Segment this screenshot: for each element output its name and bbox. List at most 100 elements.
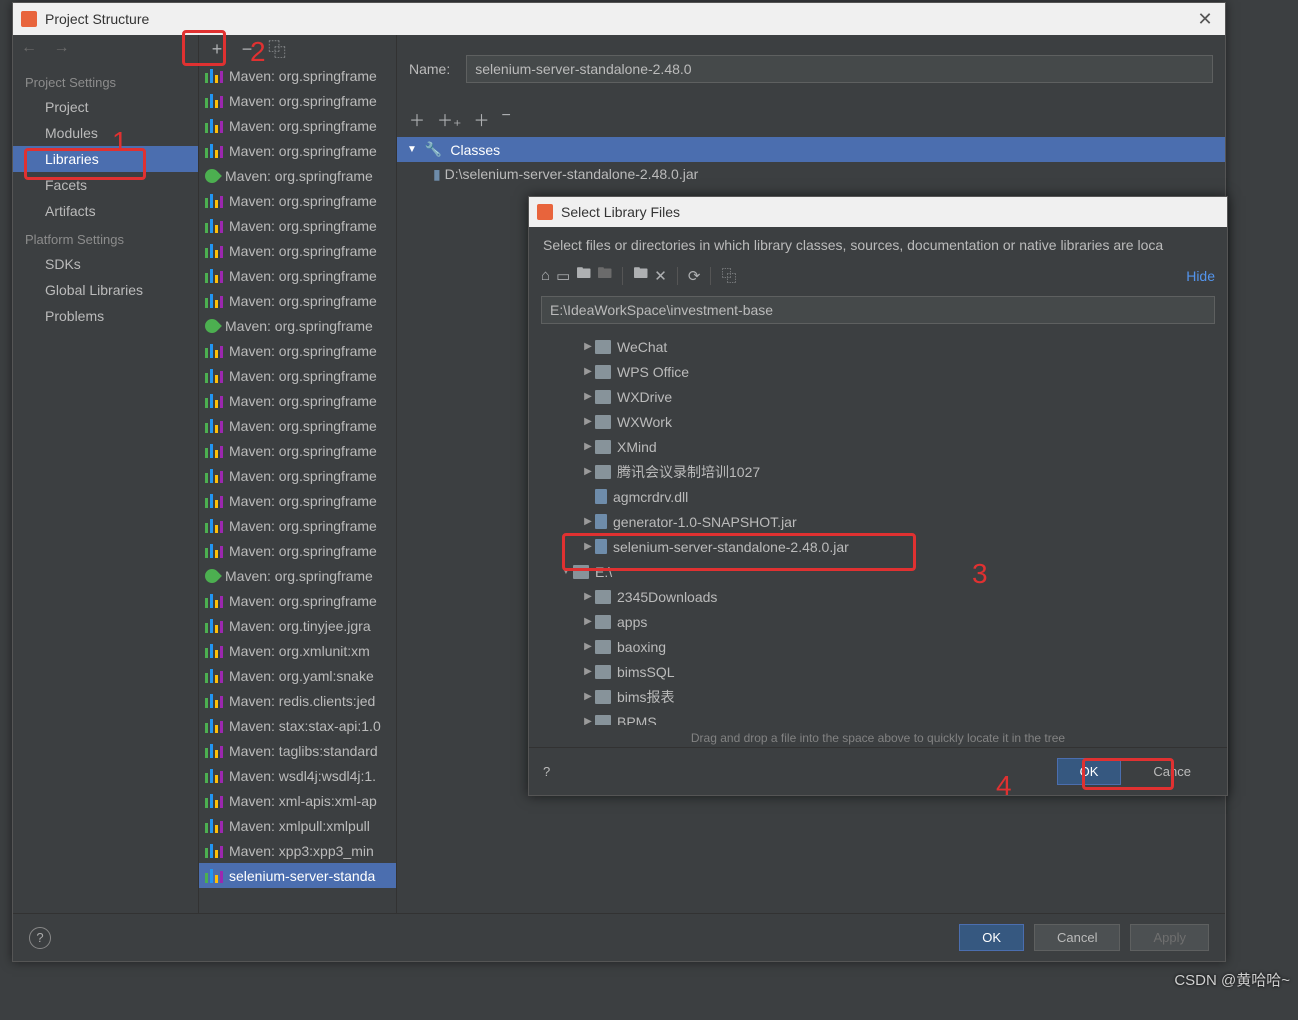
nav-item-problems[interactable]: Problems [13,303,198,329]
tree-folder[interactable]: ▶apps [541,609,1227,634]
refresh-icon[interactable]: ⟳ [688,267,701,285]
tree-file[interactable]: agmcrdrv.dll [541,484,1227,509]
tree-folder[interactable]: ▶WXDrive [541,384,1227,409]
library-item[interactable]: Maven: org.springframe [199,363,396,388]
expand-icon[interactable]: ▶ [581,341,595,352]
apply-button[interactable]: Apply [1130,924,1209,951]
library-item[interactable]: Maven: org.xmlunit:xm [199,638,396,663]
library-item[interactable]: Maven: org.springframe [199,488,396,513]
library-item[interactable]: Maven: stax:stax-api:1.0 [199,713,396,738]
file-tree[interactable]: ▶WeChat▶WPS Office▶WXDrive▶WXWork▶XMind▶… [529,330,1227,725]
library-item[interactable]: Maven: org.springframe [199,213,396,238]
library-item[interactable]: Maven: org.springframe [199,138,396,163]
tree-folder[interactable]: ▼E:\ [541,559,1227,584]
tree-folder[interactable]: ▶WeChat [541,334,1227,359]
add-library-button[interactable]: + [207,39,227,60]
tree-file[interactable]: ▶selenium-server-standalone-2.48.0.jar [541,534,1227,559]
library-item[interactable]: Maven: org.springframe [199,63,396,88]
nav-item-global-libraries[interactable]: Global Libraries [13,277,198,303]
expand-icon[interactable]: ▶ [581,541,595,552]
library-item[interactable]: Maven: org.springframe [199,513,396,538]
library-item[interactable]: Maven: org.tinyjee.jgra [199,613,396,638]
expand-icon[interactable]: ▶ [581,441,595,452]
tree-folder[interactable]: ▶bimsSQL [541,659,1227,684]
library-item[interactable]: Maven: org.springframe [199,463,396,488]
help-icon[interactable]: ? [543,764,550,779]
ok-button[interactable]: OK [959,924,1024,951]
library-item[interactable]: Maven: org.springframe [199,338,396,363]
new-folder-icon[interactable]: 🖿 [633,263,648,288]
nav-item-artifacts[interactable]: Artifacts [13,198,198,224]
help-icon[interactable]: ? [29,927,51,949]
nav-item-libraries[interactable]: Libraries [13,146,198,172]
expand-icon[interactable]: ▶ [581,391,595,402]
library-item[interactable]: Maven: org.springframe [199,563,396,588]
forward-arrow-icon[interactable]: → [53,39,69,56]
library-item[interactable]: Maven: xpp3:xpp3_min [199,838,396,863]
expand-icon[interactable]: ▶ [581,516,595,527]
file-cancel-button[interactable]: Cance [1131,759,1213,784]
library-item[interactable]: Maven: redis.clients:jed [199,688,396,713]
library-item[interactable]: Maven: xmlpull:xmlpull [199,813,396,838]
library-item[interactable]: Maven: wsdl4j:wsdl4j:1. [199,763,396,788]
add-sources-icon[interactable]: ＋₊ [437,107,461,131]
expand-icon[interactable]: ▼ [559,566,573,577]
library-item[interactable]: Maven: taglibs:standard [199,738,396,763]
library-item[interactable]: Maven: org.springframe [199,238,396,263]
library-item[interactable]: Maven: org.springframe [199,313,396,338]
library-list[interactable]: Maven: org.springframeMaven: org.springf… [199,63,396,888]
expand-icon[interactable]: ▶ [581,416,595,427]
project-icon[interactable]: 🖿 [576,263,591,288]
library-item[interactable]: Maven: org.springframe [199,113,396,138]
tree-folder[interactable]: ▶WPS Office [541,359,1227,384]
show-hidden-icon[interactable]: ⿻ [721,265,736,286]
tree-folder[interactable]: ▶bims报表 [541,684,1227,709]
close-icon[interactable]: ✕ [1193,9,1217,30]
library-item[interactable]: Maven: org.springframe [199,88,396,113]
library-item[interactable]: selenium-server-standa [199,863,396,888]
hide-path-link[interactable]: Hide [1186,268,1215,284]
tree-folder[interactable]: ▶WXWork [541,409,1227,434]
nav-item-modules[interactable]: Modules [13,120,198,146]
library-item[interactable]: Maven: xml-apis:xml-ap [199,788,396,813]
expand-icon[interactable]: ▶ [581,641,595,652]
tree-folder[interactable]: ▶2345Downloads [541,584,1227,609]
nav-item-project[interactable]: Project [13,94,198,120]
file-ok-button[interactable]: OK [1057,758,1122,785]
expand-icon[interactable]: ▶ [581,691,595,702]
library-item[interactable]: Maven: org.springframe [199,588,396,613]
expand-icon[interactable]: ▶ [581,666,595,677]
expand-icon[interactable]: ▶ [581,591,595,602]
delete-icon[interactable]: ✕ [654,267,667,285]
library-item[interactable]: Maven: org.yaml:snake [199,663,396,688]
path-input[interactable] [541,296,1215,324]
nav-item-facets[interactable]: Facets [13,172,198,198]
expand-icon[interactable]: ▶ [581,466,595,477]
cancel-button[interactable]: Cancel [1034,924,1120,951]
copy-library-button[interactable]: ⿻ [267,36,287,62]
remove-entry-icon[interactable]: − [501,107,510,131]
tree-file[interactable]: ▶generator-1.0-SNAPSHOT.jar [541,509,1227,534]
add-classes-icon[interactable]: ＋ [409,107,425,131]
back-arrow-icon[interactable]: ← [21,39,37,56]
remove-library-button[interactable]: − [237,39,257,60]
desktop-icon[interactable]: ▭ [556,267,570,285]
home-icon[interactable]: ⌂ [541,267,550,284]
expand-icon[interactable]: ▶ [581,716,595,725]
library-item[interactable]: Maven: org.springframe [199,288,396,313]
expand-icon[interactable]: ▶ [581,616,595,627]
nav-item-sdks[interactable]: SDKs [13,251,198,277]
tree-folder[interactable]: ▶腾讯会议录制培训1027 [541,459,1227,484]
library-item[interactable]: Maven: org.springframe [199,263,396,288]
library-item[interactable]: Maven: org.springframe [199,163,396,188]
library-item[interactable]: Maven: org.springframe [199,413,396,438]
library-item[interactable]: Maven: org.springframe [199,438,396,463]
class-entry[interactable]: ▮ D:\selenium-server-standalone-2.48.0.j… [397,162,1225,187]
library-item[interactable]: Maven: org.springframe [199,388,396,413]
tree-folder[interactable]: ▶BPMS [541,709,1227,725]
library-name-input[interactable] [466,55,1213,83]
classes-node[interactable]: ▼ 🔧 Classes [397,137,1225,162]
tree-folder[interactable]: ▶XMind [541,434,1227,459]
module-icon[interactable]: 🖿 [597,263,612,288]
library-item[interactable]: Maven: org.springframe [199,188,396,213]
